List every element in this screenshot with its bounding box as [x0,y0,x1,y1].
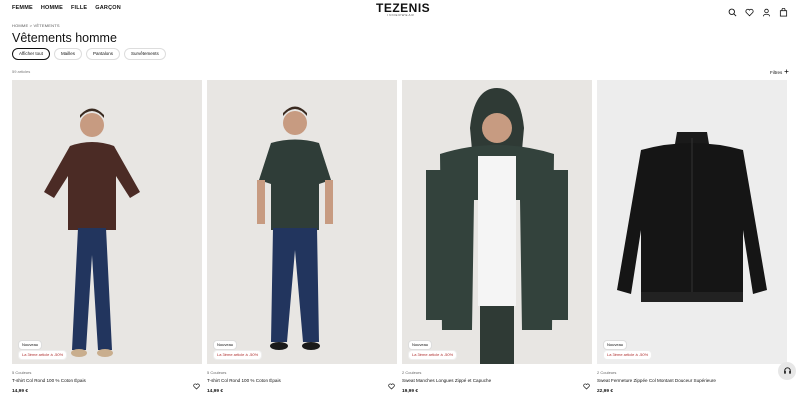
product-name[interactable]: T-shirt Col Rond 100 % Coton Épais [207,378,281,383]
promo-badge: La 3ème article à -50% [213,350,263,360]
product-colors: 5 Couleurs [207,370,227,375]
category-filters: Afficher tout Mailles Pantalons Survêtem… [12,48,166,60]
bag-icon[interactable] [779,4,788,17]
filter-label: Filtres [770,69,783,75]
promo-badge: La 3ème article à -50% [603,350,653,360]
product-name[interactable]: Sweat Manches Longues Zippé et Capuche [402,378,491,383]
promo-badge: La 3ème article à -50% [18,350,68,360]
new-badge: Nouveau [603,340,628,350]
new-badge: Nouveau [213,340,238,350]
filter-chip-mailles[interactable]: Mailles [53,48,82,60]
new-badge: Nouveau [408,340,433,350]
wishlist-heart-icon[interactable] [388,377,395,390]
product-card[interactable]: Nouveau La 3ème article à -50% [12,80,202,364]
wishlist-heart-icon[interactable] [583,377,590,390]
product-image[interactable]: Nouveau La 3ème article à -50% [402,80,592,364]
chat-support-button[interactable] [778,362,796,380]
results-count: 59 articles [12,69,31,74]
filter-chip-survetements[interactable]: Survêtements [123,48,166,60]
product-card[interactable]: Nouveau La 3ème article à -50% [207,80,397,364]
product-image[interactable]: Nouveau La 3ème article à -50% [12,80,202,364]
search-icon[interactable] [728,4,737,17]
filter-chip-pantalons[interactable]: Pantalons [85,48,120,60]
filter-chip-all[interactable]: Afficher tout [12,48,50,60]
new-badge: Nouveau [18,340,43,350]
heart-icon[interactable] [745,4,754,17]
main-nav: FEMME HOMME FILLE GARÇON [12,5,121,11]
wishlist-heart-icon[interactable] [193,377,200,390]
product-name[interactable]: Sweat Fermeture Zippée Col Montant Douce… [597,378,716,383]
product-card[interactable]: Nouveau La 3ème article à -50% [597,80,787,364]
user-icon[interactable] [762,4,771,17]
product-image[interactable]: Nouveau La 3ème article à -50% [597,80,787,364]
product-price: 22,99 € [597,389,614,394]
headset-icon [783,362,792,380]
product-card[interactable]: Nouveau La 3ème article à -50% [402,80,592,364]
nav-femme[interactable]: FEMME [12,5,33,11]
product-colors: 2 Couleurs [597,370,617,375]
brand-logo[interactable]: TEZENIS INNERWEAR [376,2,430,17]
header-icons [728,4,788,17]
nav-fille[interactable]: FILLE [71,5,87,11]
nav-garcon[interactable]: GARÇON [95,5,121,11]
product-price: 14,99 € [12,389,29,394]
filter-button[interactable]: Filtres [770,69,789,75]
breadcrumb[interactable]: HOMME > VÊTEMENTS [12,23,60,28]
promo-badge: La 3ème article à -50% [408,350,458,360]
nav-homme[interactable]: HOMME [41,5,63,11]
product-price: 19,99 € [402,389,419,394]
page-title: Vêtements homme [12,31,117,45]
product-colors: 2 Couleurs [402,370,422,375]
product-name[interactable]: T-shirt Col Rond 100 % Coton Épais [12,378,86,383]
product-price: 14,99 € [207,389,224,394]
top-bar: FEMME HOMME FILLE GARÇON TEZENIS INNERWE… [0,0,800,18]
product-image[interactable]: Nouveau La 3ème article à -50% [207,80,397,364]
plus-icon [784,69,789,75]
product-colors: 5 Couleurs [12,370,32,375]
